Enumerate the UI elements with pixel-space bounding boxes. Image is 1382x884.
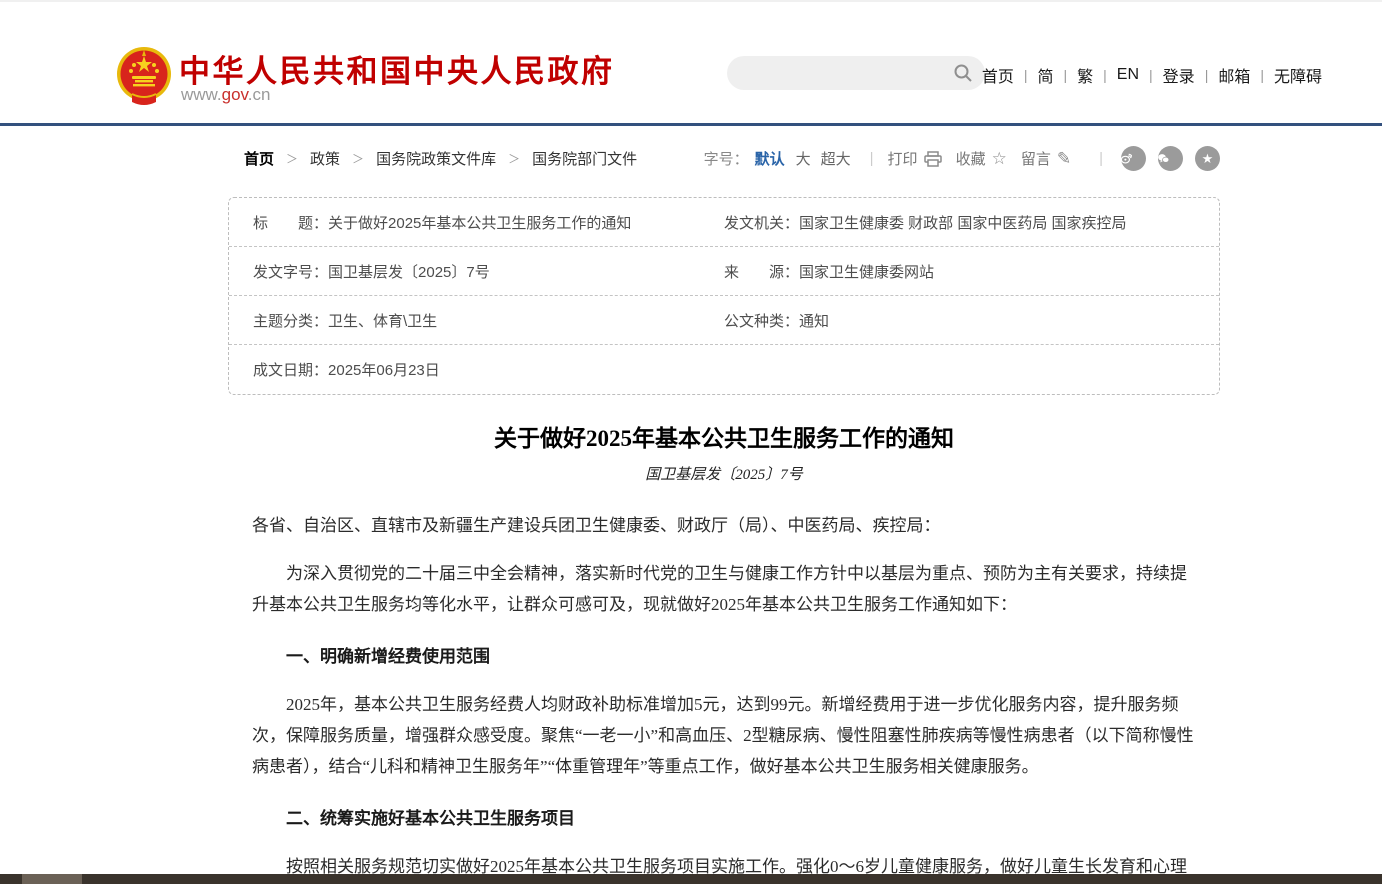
paragraph: 2025年，基本公共卫生服务经费人均财政补助标准增加5元，达到99元。新增经费用… xyxy=(252,689,1196,782)
meta-agency-value: 国家卫生健康委 财政部 国家中医药局 国家疾控局 xyxy=(799,215,1127,232)
search-box[interactable] xyxy=(727,56,985,90)
pencil-icon[interactable]: ✎ xyxy=(1057,149,1071,169)
toolbar-divider: | xyxy=(870,150,874,167)
breadcrumb: 首页 ＞ 政策 ＞ 国务院政策文件库 ＞ 国务院部门文件 xyxy=(244,148,637,169)
meta-topic-category: 主题分类：卫生、体育\卫生 xyxy=(229,310,724,331)
document-number: 国卫基层发〔2025〕7号 xyxy=(252,463,1196,484)
weibo-share-icon[interactable] xyxy=(1121,146,1146,171)
nav-accessibility[interactable]: 无障碍 xyxy=(1264,63,1332,87)
nav-simplified[interactable]: 简 xyxy=(1027,63,1063,87)
meta-agency-label: 发文机关： xyxy=(724,215,799,232)
nav-login[interactable]: 登录 xyxy=(1153,63,1205,87)
meta-category-value: 卫生、体育\卫生 xyxy=(328,313,437,330)
document-title: 关于做好2025年基本公共卫生服务工作的通知 xyxy=(252,419,1196,453)
main-content: 首页 ＞ 政策 ＞ 国务院政策文件库 ＞ 国务院部门文件 字号： 默认 大 超大… xyxy=(228,126,1220,884)
section-heading-2: 二、统筹实施好基本公共卫生服务项目 xyxy=(252,803,1196,834)
document-body: 各省、自治区、直辖市及新疆生产建设兵团卫生健康委、财政厅（局）、中医药局、疾控局… xyxy=(252,510,1196,884)
favorite-button[interactable]: 收藏 xyxy=(956,148,986,169)
toolbar-divider: | xyxy=(1099,150,1103,167)
breadcrumb-department-documents[interactable]: 国务院部门文件 xyxy=(532,148,637,169)
page-toolbar: 字号： 默认 大 超大 | 打印 收藏 ☆ 留言 ✎ | xyxy=(704,146,1220,171)
site-url: www.gov.cn xyxy=(181,85,270,105)
document-meta-table: 标 题：关于做好2025年基本公共卫生服务工作的通知 发文机关：国家卫生健康委 … xyxy=(228,197,1220,395)
meta-issuing-agency: 发文机关：国家卫生健康委 财政部 国家中医药局 国家疾控局 xyxy=(724,212,1219,233)
search-icon[interactable] xyxy=(953,63,973,83)
paragraph-salutation: 各省、自治区、直辖市及新疆生产建设兵团卫生健康委、财政厅（局）、中医药局、疾控局… xyxy=(252,510,1196,541)
star-icon[interactable]: ☆ xyxy=(992,149,1007,169)
meta-title: 标 题：关于做好2025年基本公共卫生服务工作的通知 xyxy=(229,212,724,233)
meta-row-date: 成文日期：2025年06月23日 xyxy=(229,345,1219,394)
nav-traditional[interactable]: 繁 xyxy=(1067,63,1103,87)
meta-date: 成文日期：2025年06月23日 xyxy=(229,359,724,380)
crumb-toolbar-row: 首页 ＞ 政策 ＞ 国务院政策文件库 ＞ 国务院部门文件 字号： 默认 大 超大… xyxy=(228,126,1220,183)
meta-row-number-source: 发文字号：国卫基层发〔2025〕7号 来 源：国家卫生健康委网站 xyxy=(229,247,1219,296)
meta-category-label: 主题分类： xyxy=(253,313,328,330)
nav-mail[interactable]: 邮箱 xyxy=(1208,63,1260,87)
fontsize-large-button[interactable]: 大 xyxy=(796,148,811,169)
url-cn: .cn xyxy=(248,85,271,104)
meta-number-label: 发文字号： xyxy=(253,264,328,281)
url-www: www. xyxy=(181,85,222,104)
national-emblem-logo xyxy=(112,44,176,108)
meta-date-label: 成文日期： xyxy=(253,362,328,379)
print-button[interactable]: 打印 xyxy=(888,148,918,169)
meta-doc-type: 公文种类：通知 xyxy=(724,310,1219,331)
section-heading-1: 一、明确新增经费使用范围 xyxy=(252,641,1196,672)
meta-source-value: 国家卫生健康委网站 xyxy=(799,264,934,281)
meta-row-title-agency: 标 题：关于做好2025年基本公共卫生服务工作的通知 发文机关：国家卫生健康委 … xyxy=(229,198,1219,247)
meta-type-value: 通知 xyxy=(799,313,829,330)
qzone-share-icon[interactable]: ★ xyxy=(1195,146,1220,171)
meta-title-value: 关于做好2025年基本公共卫生服务工作的通知 xyxy=(328,215,631,232)
meta-source: 来 源：国家卫生健康委网站 xyxy=(724,261,1219,282)
top-nav: 首页| 简| 繁| EN| 登录| 邮箱| 无障碍 xyxy=(972,63,1332,87)
meta-number-value: 国卫基层发〔2025〕7号 xyxy=(328,264,490,281)
breadcrumb-separator: ＞ xyxy=(352,150,364,167)
fontsize-xlarge-button[interactable]: 超大 xyxy=(821,148,851,169)
share-buttons: ★ xyxy=(1121,146,1220,171)
wechat-share-icon[interactable] xyxy=(1158,146,1183,171)
footer-top-edge xyxy=(0,874,1382,884)
nav-home[interactable]: 首页 xyxy=(972,63,1024,87)
meta-type-label: 公文种类： xyxy=(724,313,799,330)
meta-title-label: 标 题： xyxy=(253,215,328,232)
breadcrumb-home[interactable]: 首页 xyxy=(244,148,274,169)
breadcrumb-policy[interactable]: 政策 xyxy=(310,148,340,169)
paragraph: 为深入贯彻党的二十届三中全会精神，落实新时代党的卫生与健康工作方针中以基层为重点… xyxy=(252,558,1196,620)
document-article: 关于做好2025年基本公共卫生服务工作的通知 国卫基层发〔2025〕7号 各省、… xyxy=(228,419,1220,884)
printer-icon[interactable] xyxy=(924,151,942,167)
nav-english[interactable]: EN xyxy=(1107,66,1149,84)
meta-date-value: 2025年06月23日 xyxy=(328,362,440,379)
url-gov: gov xyxy=(222,85,248,104)
site-header: 中华人民共和国中央人民政府 www.gov.cn 首页| 简| 繁| EN| 登… xyxy=(0,0,1382,126)
breadcrumb-separator: ＞ xyxy=(508,150,520,167)
comment-button[interactable]: 留言 xyxy=(1021,148,1051,169)
fontsize-default-button[interactable]: 默认 xyxy=(755,148,785,169)
meta-row-category-type: 主题分类：卫生、体育\卫生 公文种类：通知 xyxy=(229,296,1219,345)
search-input[interactable] xyxy=(727,65,953,81)
footer-edge-segment xyxy=(22,874,82,884)
meta-doc-number: 发文字号：国卫基层发〔2025〕7号 xyxy=(229,261,724,282)
breadcrumb-policy-library[interactable]: 国务院政策文件库 xyxy=(376,148,496,169)
meta-source-label: 来 源： xyxy=(724,264,799,281)
breadcrumb-separator: ＞ xyxy=(286,150,298,167)
fontsize-label: 字号： xyxy=(704,148,749,169)
